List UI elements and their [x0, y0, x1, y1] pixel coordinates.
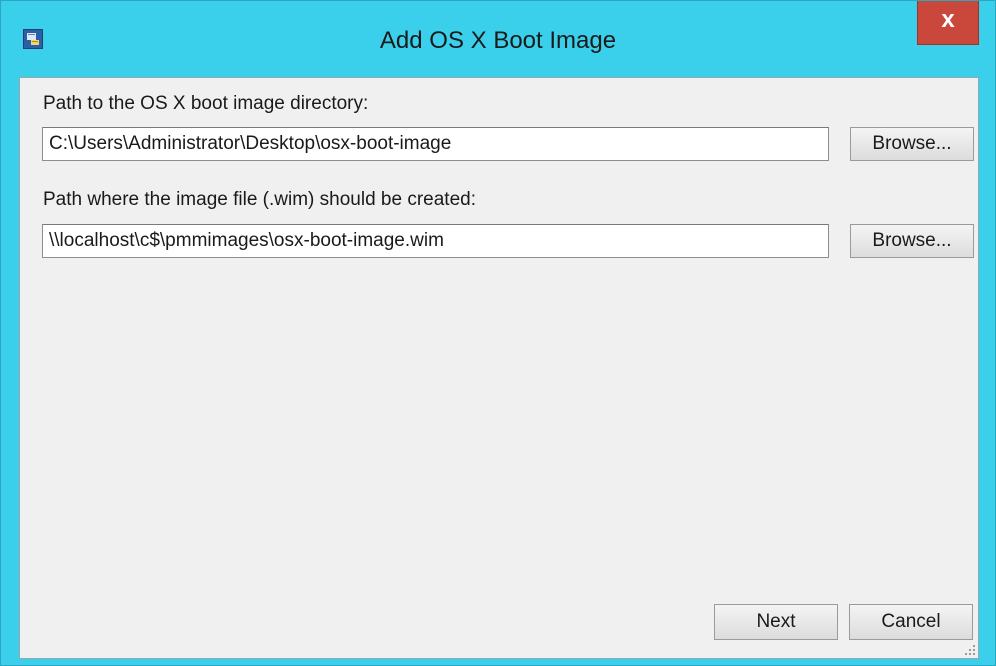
title-bar[interactable]: Add OS X Boot Image x: [1, 1, 995, 77]
source-path-label: Path to the OS X boot image directory:: [43, 93, 369, 114]
output-path-input[interactable]: [42, 224, 829, 258]
resize-grip-icon[interactable]: [962, 642, 976, 656]
dialog-window: Add OS X Boot Image x Path to the OS X b…: [0, 0, 996, 666]
source-path-input[interactable]: [42, 127, 829, 161]
browse-source-button[interactable]: Browse...: [850, 127, 974, 161]
browse-output-button[interactable]: Browse...: [850, 224, 974, 258]
close-icon: x: [941, 6, 955, 33]
output-path-label: Path where the image file (.wim) should …: [43, 189, 476, 210]
cancel-button[interactable]: Cancel: [849, 604, 973, 640]
window-title: Add OS X Boot Image: [379, 27, 617, 54]
close-button[interactable]: x: [917, 1, 979, 45]
dialog-content: Path to the OS X boot image directory: B…: [19, 77, 979, 659]
next-button[interactable]: Next: [714, 604, 838, 640]
